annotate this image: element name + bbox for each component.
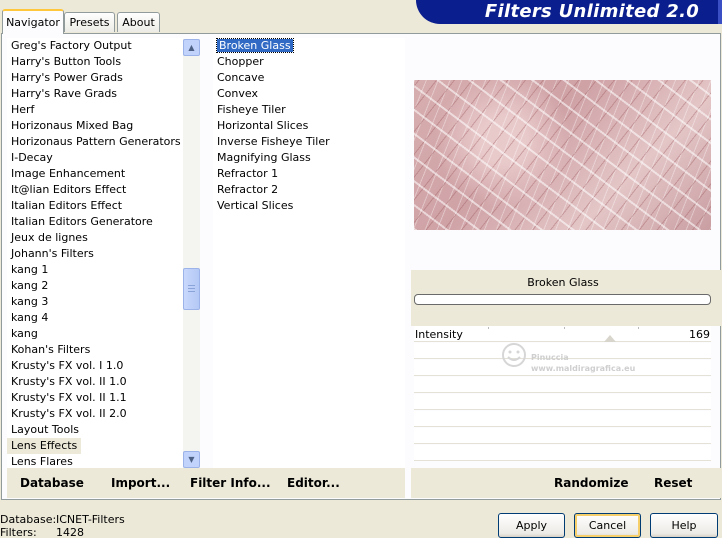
filter-item[interactable]: Horizontal Slices [213, 118, 405, 134]
filter-item[interactable]: Convex [213, 86, 405, 102]
slider-tick [564, 327, 565, 329]
filter-item[interactable]: Refractor 2 [213, 182, 405, 198]
param-row [414, 411, 711, 427]
category-item[interactable]: Image Enhancement [7, 166, 183, 182]
filters-count-value: 1428 [56, 526, 84, 538]
grip-line [188, 285, 195, 286]
help-button[interactable]: Help [650, 513, 718, 538]
intensity-value: 169 [689, 328, 710, 341]
category-item[interactable]: Krusty's FX vol. II 1.1 [7, 390, 183, 406]
import-button[interactable]: Import... [111, 476, 170, 490]
filter-item[interactable]: Vertical Slices [213, 198, 405, 214]
filter-name-label: Broken Glass [527, 276, 599, 289]
watermark-url: www.maldiragrafica.eu [531, 364, 636, 373]
editor-button[interactable]: Editor... [287, 476, 340, 490]
category-item[interactable]: kang 2 [7, 278, 183, 294]
filter-info-button[interactable]: Filter Info... [190, 476, 271, 490]
category-item[interactable]: Jeux de lignes [7, 230, 183, 246]
filter-item-label: Refractor 1 [217, 167, 279, 180]
tab-presets[interactable]: Presets [64, 12, 115, 32]
filter-item-label: Chopper [217, 55, 264, 68]
category-item[interactable]: kang [7, 326, 183, 342]
watermark: Pinuccia www.maldiragrafica.eu [499, 335, 649, 380]
randomize-button[interactable]: Randomize [554, 476, 628, 490]
tab-about[interactable]: About [117, 12, 160, 32]
category-item[interactable]: Johann's Filters [7, 246, 183, 262]
category-scrollbar[interactable]: ▲ ▼ [183, 39, 200, 468]
filter-item-label: Convex [217, 87, 258, 100]
category-item[interactable]: It@lian Editors Effect [7, 182, 183, 198]
database-label: Database: [0, 513, 57, 526]
chevron-up-icon: ▲ [188, 43, 195, 52]
param-row [414, 394, 711, 410]
category-item[interactable]: Krusty's FX vol. I 1.0 [7, 358, 183, 374]
watermark-icon [502, 343, 526, 367]
filter-item[interactable]: Refractor 1 [213, 166, 405, 182]
category-item[interactable]: Horizonaus Pattern Generators [7, 134, 183, 150]
cancel-button[interactable]: Cancel [574, 513, 641, 538]
filter-item[interactable]: Broken Glass [213, 38, 405, 54]
category-item[interactable]: Harry's Button Tools [7, 54, 183, 70]
database-value: ICNET-Filters [56, 513, 125, 526]
database-button[interactable]: Database [20, 476, 84, 490]
filter-preview [414, 80, 711, 230]
filter-item-label: Fisheye Tiler [217, 103, 286, 116]
filter-item-label: Horizontal Slices [217, 119, 309, 132]
param-row [414, 445, 711, 461]
category-item[interactable]: kang 3 [7, 294, 183, 310]
category-item[interactable]: Italian Editors Effect [7, 198, 183, 214]
apply-button[interactable]: Apply [498, 513, 565, 538]
filter-item-label: Refractor 2 [217, 183, 279, 196]
scroll-thumb[interactable] [183, 268, 200, 310]
category-list[interactable]: Greg's Factory Output Harry's Button Tool… [7, 38, 183, 468]
slider-tick [488, 327, 489, 329]
category-item[interactable]: Harry's Power Grads [7, 70, 183, 86]
filter-item[interactable]: Concave [213, 70, 405, 86]
category-item[interactable]: kang 4 [7, 310, 183, 326]
param-row [414, 428, 711, 444]
category-item[interactable]: Greg's Factory Output [7, 38, 183, 54]
filter-item-label: Vertical Slices [217, 199, 294, 212]
scroll-up-button[interactable]: ▲ [183, 39, 200, 56]
category-item[interactable]: Lens Flares [7, 454, 183, 468]
watermark-name: Pinuccia [531, 353, 569, 362]
grip-line [188, 291, 195, 292]
tab-navigator[interactable]: Navigator [2, 9, 64, 34]
category-item[interactable]: I-Decay [7, 150, 183, 166]
category-item[interactable]: Krusty's FX vol. II 1.0 [7, 374, 183, 390]
filter-item-label: Inverse Fisheye Tiler [217, 135, 330, 148]
filter-item-label: Broken Glass [216, 38, 294, 53]
filter-item-label: Concave [217, 71, 265, 84]
category-item[interactable]: Layout Tools [7, 422, 183, 438]
scroll-down-button[interactable]: ▼ [183, 451, 200, 468]
filter-item[interactable]: Chopper [213, 54, 405, 70]
category-item[interactable]: Herf [7, 102, 183, 118]
filter-item[interactable]: Fisheye Tiler [213, 102, 405, 118]
category-item[interactable]: Lens Effects [7, 438, 82, 454]
filters-count-label: Filters: [0, 526, 37, 538]
category-item[interactable]: Krusty's FX vol. II 2.0 [7, 406, 183, 422]
filter-list[interactable]: Broken Glass Chopper Concave Convex Fisheye … [213, 38, 405, 468]
filter-item[interactable]: Inverse Fisheye Tiler [213, 134, 405, 150]
category-item[interactable]: kang 1 [7, 262, 183, 278]
filter-item-label: Magnifying Glass [217, 151, 311, 164]
slider-tick [638, 327, 639, 329]
category-item[interactable]: Harry's Rave Grads [7, 86, 183, 102]
filter-item[interactable]: Magnifying Glass [213, 150, 405, 166]
grip-line [188, 288, 195, 289]
intensity-label: Intensity [415, 328, 463, 341]
chevron-down-icon: ▼ [188, 455, 195, 464]
category-item[interactable]: Horizonaus Mixed Bag [7, 118, 183, 134]
category-item[interactable]: Kohan's Filters [7, 342, 183, 358]
app-title: Filters Unlimited 2.0 [484, 1, 700, 22]
progress-bar [414, 294, 711, 305]
reset-button[interactable]: Reset [654, 476, 692, 490]
category-item[interactable]: Italian Editors Generatore [7, 214, 183, 230]
